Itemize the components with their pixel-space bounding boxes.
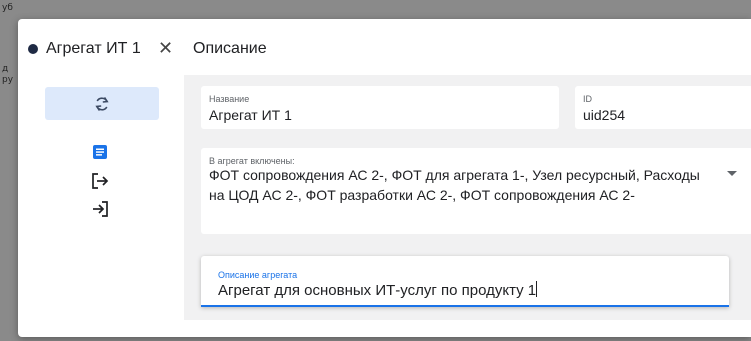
id-label: ID bbox=[583, 94, 592, 104]
description-input[interactable]: Агрегат для основных ИТ-услуг по продукт… bbox=[218, 281, 538, 299]
section-title: Описание bbox=[193, 40, 267, 57]
description-label: Описание агрегата bbox=[218, 270, 298, 280]
refresh-icon bbox=[95, 96, 109, 111]
name-label: Название bbox=[209, 94, 250, 104]
tab-status-dot bbox=[28, 44, 38, 54]
close-icon[interactable]: ✕ bbox=[158, 38, 173, 59]
description-panel: Название Агрегат ИТ 1 ID uid254 В агрега… bbox=[184, 75, 751, 320]
text-caret bbox=[536, 281, 538, 297]
name-value[interactable]: Агрегат ИТ 1 bbox=[209, 107, 292, 123]
dialog-header: Агрегат ИТ 1 ✕ Описание bbox=[18, 19, 751, 75]
sidebar bbox=[18, 75, 184, 337]
tab-title[interactable]: Агрегат ИТ 1 bbox=[46, 40, 141, 58]
included-select[interactable]: В агрегат включены: ФОТ сопровождения АС… bbox=[201, 148, 751, 234]
document-icon[interactable] bbox=[90, 142, 110, 162]
id-value[interactable]: uid254 bbox=[583, 107, 625, 123]
description-field[interactable]: Описание агрегата Агрегат для основных И… bbox=[201, 256, 729, 307]
name-field[interactable]: Название Агрегат ИТ 1 bbox=[201, 86, 559, 129]
id-field[interactable]: ID uid254 bbox=[575, 86, 751, 129]
included-value[interactable]: ФОТ сопровождения АС 2-, ФОТ для агрегат… bbox=[209, 165, 719, 205]
export-icon[interactable] bbox=[90, 171, 110, 191]
import-icon[interactable] bbox=[90, 199, 110, 219]
background-text-fragment: ру bbox=[2, 75, 14, 85]
description-text: Агрегат для основных ИТ-услуг по продукт… bbox=[218, 282, 537, 299]
background-text-fragment: уб bbox=[2, 3, 13, 13]
refresh-button[interactable] bbox=[45, 87, 159, 120]
chevron-down-icon[interactable] bbox=[727, 171, 737, 176]
aggregate-dialog: Агрегат ИТ 1 ✕ Описание Название Агрегат… bbox=[18, 19, 751, 337]
background-text-fragment: д bbox=[2, 64, 9, 74]
